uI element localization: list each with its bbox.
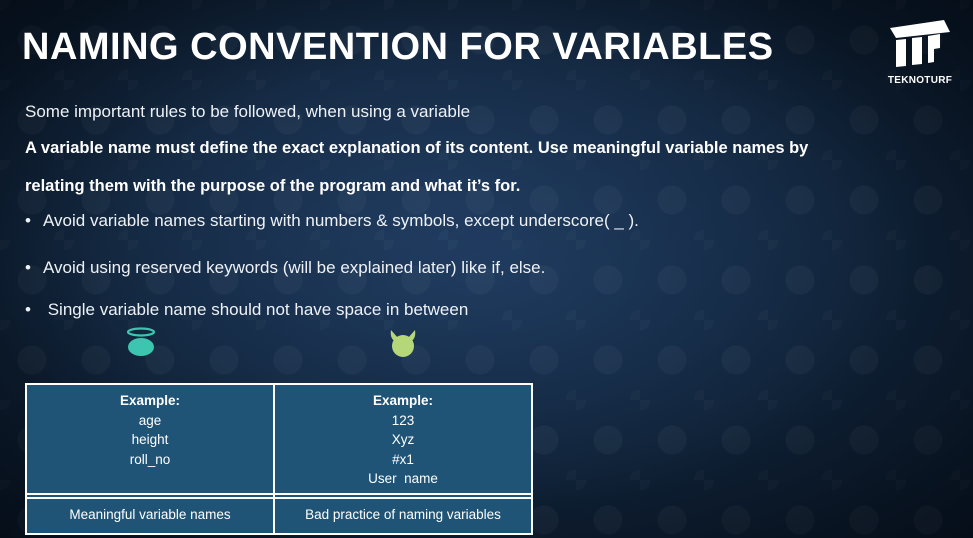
good-example-item: roll_no xyxy=(129,451,171,467)
bad-examples-heading: Example: xyxy=(372,393,434,408)
logo-text: TEKNOTURF xyxy=(887,75,953,86)
good-example-item: height xyxy=(131,432,169,447)
bullet-item: • Avoid variable names starting with numb… xyxy=(25,211,639,231)
bad-example-item: #x1 xyxy=(392,451,414,467)
good-examples-heading: Example: xyxy=(119,393,181,408)
devil-icon xyxy=(386,326,420,360)
slide-title: NAMING CONVENTION FOR VARIABLES xyxy=(22,26,774,68)
bullet-text: Single variable name should not have spa… xyxy=(43,300,469,319)
bullet-text: Avoid variable names starting with numbe… xyxy=(43,211,639,230)
intro-text: Some important rules to be followed, whe… xyxy=(25,102,471,121)
bad-examples-cell: Example: 123 Xyz #x1 User name xyxy=(273,383,533,495)
bad-label-cell: Bad practice of naming variables xyxy=(273,496,533,535)
angel-icon xyxy=(124,325,158,359)
examples-row: Example: age height roll_no Example: 123… xyxy=(25,383,533,495)
bullet-dot: • xyxy=(25,211,31,230)
bold-rule-line-2: relating them with the purpose of the pr… xyxy=(25,177,521,195)
good-label-cell: Meaningful variable names xyxy=(25,496,275,535)
bad-example-item: Xyz xyxy=(391,432,415,447)
bullet-item: • Avoid using reserved keywords (will be … xyxy=(25,258,545,278)
bullet-text: Avoid using reserved keywords (will be e… xyxy=(43,258,546,277)
bullet-dot: • xyxy=(25,300,31,319)
bullet-item: • Single variable name should not have s… xyxy=(25,300,468,320)
teknoturf-logo: TEKNOTURF xyxy=(884,18,956,90)
examples-table: Example: age height roll_no Example: 123… xyxy=(25,383,533,535)
bold-rule-line-1: A variable name must define the exact ex… xyxy=(25,139,809,157)
bad-example-item: User name xyxy=(368,471,438,486)
good-example-item: age xyxy=(138,412,162,428)
logo-icon xyxy=(890,20,950,67)
good-examples-cell: Example: age height roll_no xyxy=(25,383,275,495)
bullet-dot: • xyxy=(25,258,31,277)
labels-row: Meaningful variable names Bad practice o… xyxy=(25,496,533,535)
bad-example-item: 123 xyxy=(391,412,415,428)
